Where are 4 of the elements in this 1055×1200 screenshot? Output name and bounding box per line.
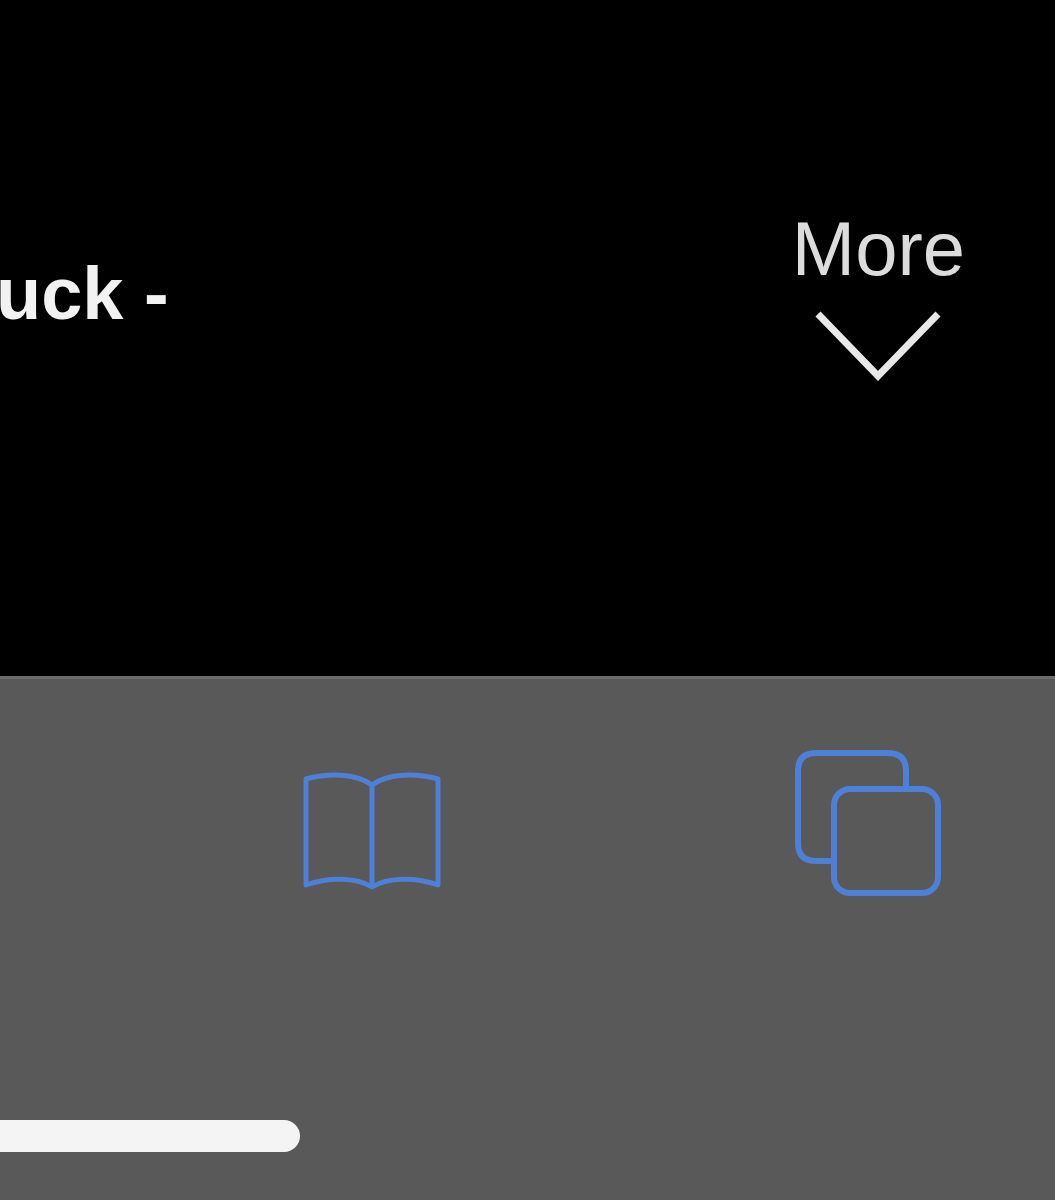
caption-text: uck - [0,250,169,336]
chevron-down-icon [814,309,943,382]
tabs-icon[interactable] [794,749,944,899]
more-button[interactable]: More [791,204,965,382]
